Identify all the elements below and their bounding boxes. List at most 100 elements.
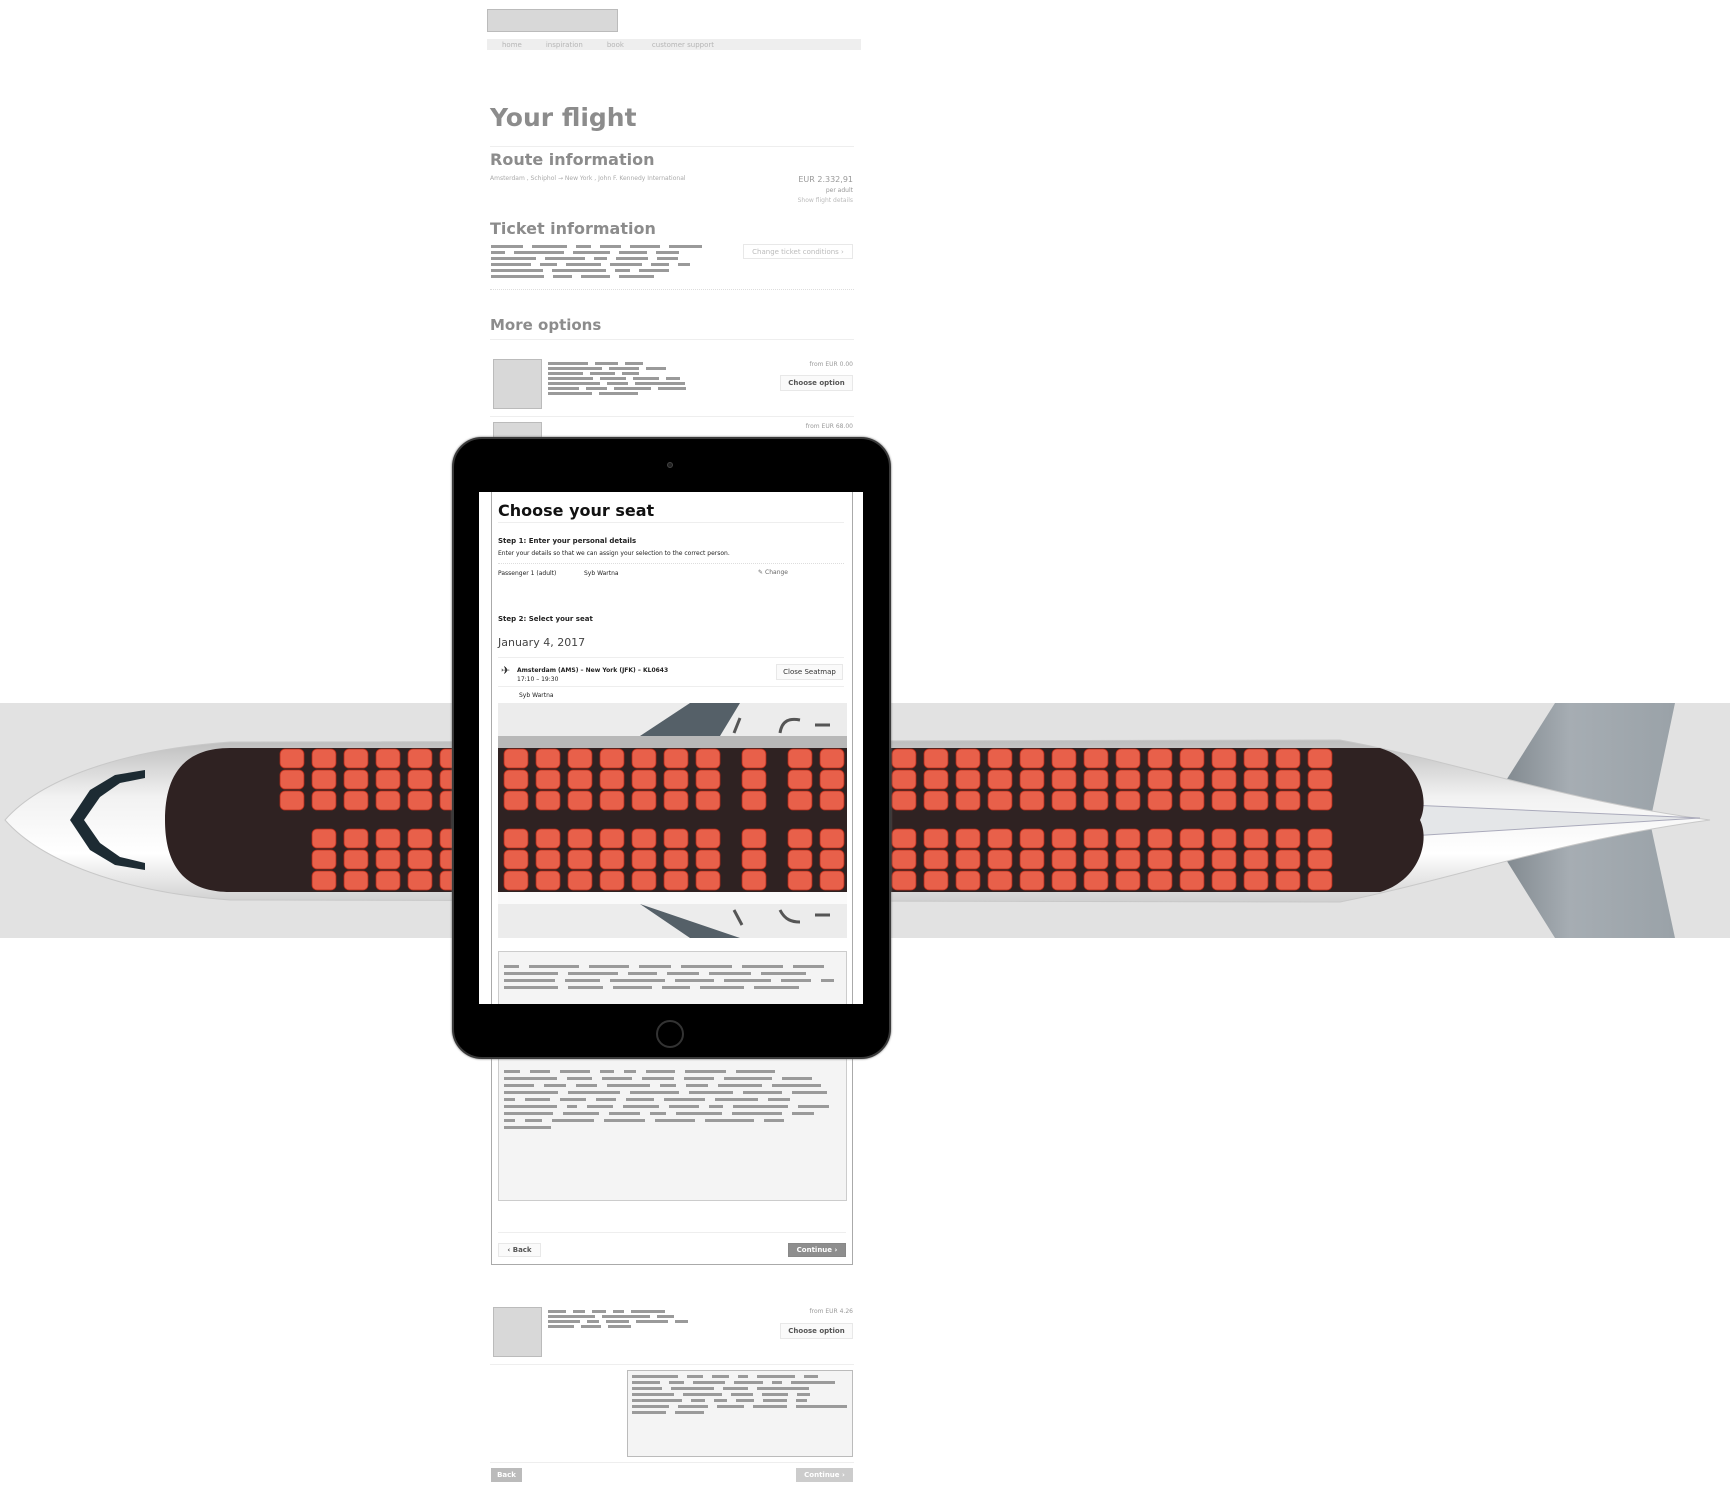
seat[interactable]: [1211, 849, 1237, 870]
nav-customer-support[interactable]: customer support: [652, 41, 714, 49]
seat[interactable]: [535, 790, 561, 811]
seat[interactable]: [599, 790, 625, 811]
seat[interactable]: [375, 769, 401, 790]
seat[interactable]: [631, 748, 657, 769]
seat[interactable]: [375, 748, 401, 769]
seat[interactable]: [663, 769, 689, 790]
seat[interactable]: [343, 769, 369, 790]
seat[interactable]: [407, 870, 433, 891]
seat[interactable]: [1307, 748, 1333, 769]
seat[interactable]: [923, 849, 949, 870]
seat[interactable]: [503, 870, 529, 891]
seat[interactable]: [663, 748, 689, 769]
seat[interactable]: [923, 748, 949, 769]
seat[interactable]: [535, 849, 561, 870]
seat[interactable]: [567, 769, 593, 790]
seat[interactable]: [1083, 870, 1109, 891]
seat[interactable]: [631, 849, 657, 870]
seat[interactable]: [1051, 769, 1077, 790]
seat[interactable]: [1115, 849, 1141, 870]
seat[interactable]: [407, 828, 433, 849]
seat[interactable]: [1147, 849, 1173, 870]
modal-back-button[interactable]: ‹ Back: [498, 1243, 541, 1257]
seat[interactable]: [1179, 748, 1205, 769]
seat[interactable]: [567, 849, 593, 870]
seat[interactable]: [1147, 769, 1173, 790]
seat[interactable]: [599, 828, 625, 849]
seat[interactable]: [375, 828, 401, 849]
seat[interactable]: [987, 828, 1013, 849]
seat[interactable]: [343, 828, 369, 849]
seat[interactable]: [279, 790, 305, 811]
seat[interactable]: [375, 870, 401, 891]
seat[interactable]: [311, 870, 337, 891]
seat[interactable]: [787, 828, 813, 849]
seat[interactable]: [599, 748, 625, 769]
seat[interactable]: [1307, 790, 1333, 811]
seat[interactable]: [891, 748, 917, 769]
seat[interactable]: [631, 828, 657, 849]
seat[interactable]: [787, 769, 813, 790]
seat[interactable]: [741, 790, 767, 811]
seat[interactable]: [1115, 769, 1141, 790]
seat[interactable]: [1211, 790, 1237, 811]
seat[interactable]: [923, 870, 949, 891]
seat[interactable]: [955, 790, 981, 811]
seat[interactable]: [819, 769, 845, 790]
nav-inspiration[interactable]: inspiration: [546, 41, 583, 49]
seat[interactable]: [695, 790, 721, 811]
seat[interactable]: [535, 748, 561, 769]
seat[interactable]: [923, 828, 949, 849]
seat[interactable]: [311, 790, 337, 811]
seat[interactable]: [955, 769, 981, 790]
seat[interactable]: [1275, 748, 1301, 769]
seat[interactable]: [1211, 748, 1237, 769]
seat[interactable]: [343, 849, 369, 870]
seat[interactable]: [407, 748, 433, 769]
seat[interactable]: [987, 790, 1013, 811]
seat[interactable]: [819, 849, 845, 870]
seat[interactable]: [279, 748, 305, 769]
seat[interactable]: [1019, 849, 1045, 870]
seat[interactable]: [1115, 828, 1141, 849]
seat[interactable]: [1307, 870, 1333, 891]
seat[interactable]: [1275, 870, 1301, 891]
seat[interactable]: [1019, 828, 1045, 849]
seat[interactable]: [955, 748, 981, 769]
seat[interactable]: [1179, 849, 1205, 870]
seat[interactable]: [311, 828, 337, 849]
change-link[interactable]: ✎ Change: [758, 569, 788, 576]
seat[interactable]: [1275, 769, 1301, 790]
seat[interactable]: [279, 769, 305, 790]
seat[interactable]: [819, 748, 845, 769]
seat[interactable]: [1083, 790, 1109, 811]
seat[interactable]: [1275, 790, 1301, 811]
seat[interactable]: [1019, 748, 1045, 769]
seat[interactable]: [343, 870, 369, 891]
seat[interactable]: [787, 870, 813, 891]
seat[interactable]: [1179, 828, 1205, 849]
seat[interactable]: [1019, 870, 1045, 891]
seat[interactable]: [741, 769, 767, 790]
seat[interactable]: [1243, 849, 1269, 870]
seat[interactable]: [923, 790, 949, 811]
seat[interactable]: [535, 870, 561, 891]
seat[interactable]: [663, 790, 689, 811]
seat[interactable]: [1211, 828, 1237, 849]
seat[interactable]: [375, 790, 401, 811]
back-button[interactable]: Back: [491, 1468, 522, 1482]
seat[interactable]: [503, 748, 529, 769]
logo-placeholder[interactable]: [487, 9, 618, 32]
seat[interactable]: [955, 849, 981, 870]
seat[interactable]: [819, 790, 845, 811]
seat[interactable]: [663, 870, 689, 891]
seat[interactable]: [1275, 849, 1301, 870]
seat[interactable]: [1179, 769, 1205, 790]
seat[interactable]: [1243, 870, 1269, 891]
choose-option-button[interactable]: Choose option: [780, 375, 853, 391]
seat[interactable]: [695, 748, 721, 769]
seat[interactable]: [1019, 769, 1045, 790]
seat[interactable]: [891, 849, 917, 870]
seat[interactable]: [663, 849, 689, 870]
seat[interactable]: [955, 870, 981, 891]
